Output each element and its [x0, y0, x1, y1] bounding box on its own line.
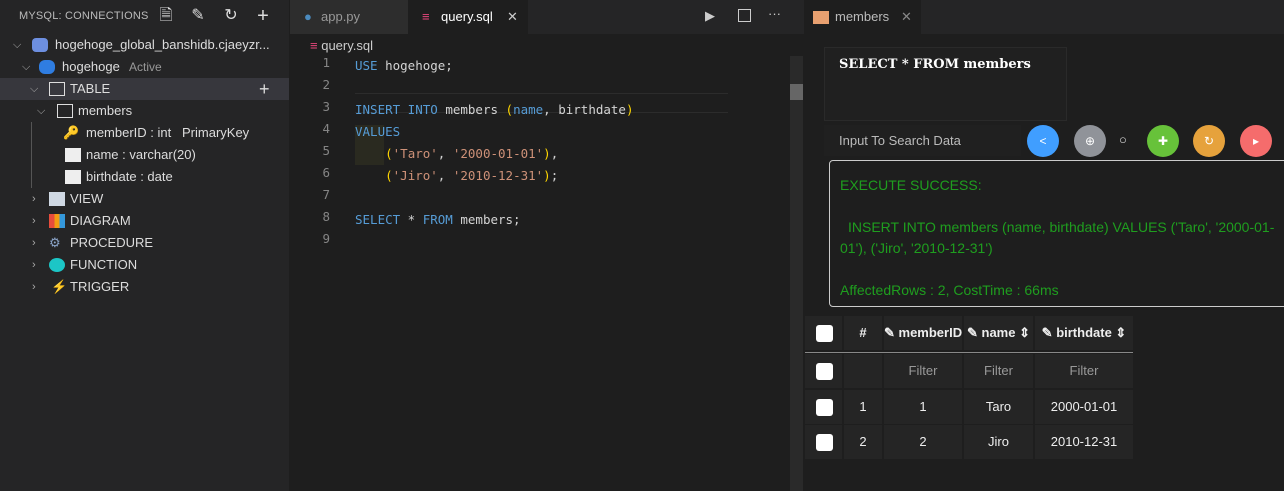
row-checkbox[interactable]: [805, 390, 842, 424]
table-icon: [57, 104, 73, 118]
table-icon: [813, 11, 829, 24]
new-query-icon[interactable]: 🗎: [157, 7, 175, 25]
run-icon[interactable]: ▶: [705, 8, 715, 24]
tree-column[interactable]: birthdate : date: [0, 166, 289, 188]
close-tab-icon[interactable]: ✕: [901, 0, 912, 34]
lightning-icon: ⚡: [51, 279, 68, 294]
row-checkbox[interactable]: [805, 425, 842, 459]
database-server-icon: [32, 38, 48, 52]
function-icon: [49, 258, 65, 272]
tree-column[interactable]: 🔑 memberID : int PrimaryKey: [0, 122, 289, 144]
close-tab-icon[interactable]: ✕: [507, 0, 518, 34]
edit-icon[interactable]: ✎: [189, 7, 207, 25]
tab-members[interactable]: members ✕: [805, 0, 921, 34]
editor: ● app.py ≡ query.sql ✕ ▶ ··· ≡ query.sql…: [290, 0, 804, 491]
column-icon: [65, 148, 81, 162]
tree-database[interactable]: ⌵ hogehoge Active: [0, 56, 289, 78]
tree-connection[interactable]: ⌵ hogehoge_global_banshidb.cjaeyzr...: [0, 34, 289, 56]
column-header-memberid[interactable]: ✎ memberID ⇕: [884, 316, 962, 350]
database-file-icon: ≡: [422, 9, 430, 24]
refresh-icon[interactable]: ↻: [222, 7, 240, 25]
add-button[interactable]: ⊕: [1074, 125, 1106, 157]
column-header-name[interactable]: ✎ name ⇕: [964, 316, 1033, 350]
tree-function[interactable]: › FUNCTION: [0, 254, 289, 276]
results-panel: members ✕ SELECT * FROM members Input To…: [805, 0, 1284, 491]
gear-icon: ⚙: [49, 235, 61, 250]
tree-procedure[interactable]: › ⚙ PROCEDURE: [0, 232, 289, 254]
filter-checkbox[interactable]: [805, 354, 842, 388]
code-area[interactable]: USE hogehoge; INSERT INTO members (name,…: [355, 55, 728, 231]
results-table: # ✎ memberID ⇕ ✎ name ⇕ ✎ birthdate ⇕ Fi…: [805, 316, 1135, 466]
column-header-index: #: [844, 316, 882, 350]
view-icon: [49, 192, 65, 206]
key-icon: 🔑: [63, 125, 80, 140]
split-editor-icon[interactable]: [738, 9, 751, 22]
add-table-icon[interactable]: +: [259, 78, 270, 100]
run-button[interactable]: ▸: [1240, 125, 1272, 157]
search-icon[interactable]: ○: [1119, 132, 1127, 147]
tree-table-members[interactable]: ⌵ members: [0, 100, 289, 122]
tab-query-sql[interactable]: ≡ query.sql ✕: [408, 0, 528, 34]
refresh-button[interactable]: ↻: [1193, 125, 1225, 157]
tree-trigger[interactable]: › ⚡ TRIGGER: [0, 276, 289, 298]
filter-input[interactable]: Filter: [964, 354, 1033, 388]
scrollbar[interactable]: [790, 56, 803, 491]
share-button[interactable]: <: [1027, 125, 1059, 157]
database-icon: [39, 60, 55, 74]
tree-diagram[interactable]: › DIAGRAM: [0, 210, 289, 232]
search-input[interactable]: Input To Search Data: [824, 125, 1021, 156]
breadcrumb[interactable]: ≡ query.sql: [310, 38, 373, 53]
add-connection-icon[interactable]: +: [254, 6, 272, 26]
query-textarea[interactable]: SELECT * FROM members: [824, 47, 1067, 121]
select-all-checkbox[interactable]: [805, 316, 842, 350]
sidebar-title: MYSQL: CONNECTIONS: [19, 10, 149, 22]
python-icon: ●: [304, 9, 312, 24]
execute-message: EXECUTE SUCCESS: INSERT INTO members (na…: [829, 160, 1284, 307]
more-actions-icon[interactable]: ···: [768, 6, 781, 21]
tree-table-group[interactable]: ⌵ TABLE +: [0, 78, 289, 100]
column-icon: [65, 170, 81, 184]
filter-input[interactable]: Filter: [1035, 354, 1133, 388]
table-icon: [49, 82, 65, 96]
tree-column[interactable]: name : varchar(20): [0, 144, 289, 166]
sidebar: MYSQL: CONNECTIONS 🗎 ✎ ↻ + ⌵ hogehoge_gl…: [0, 0, 289, 491]
tab-app-py[interactable]: ● app.py: [290, 0, 408, 34]
diagram-icon: [49, 214, 65, 228]
tree-view[interactable]: › VIEW: [0, 188, 289, 210]
filter-input[interactable]: Filter: [884, 354, 962, 388]
insert-button[interactable]: ✚: [1147, 125, 1179, 157]
column-header-birthdate[interactable]: ✎ birthdate ⇕: [1035, 316, 1133, 350]
